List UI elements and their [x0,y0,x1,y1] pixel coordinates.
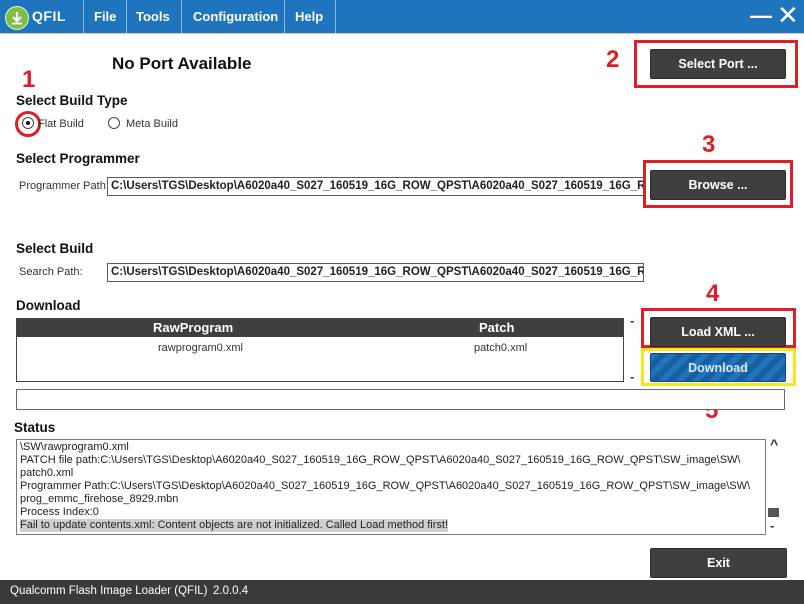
status-bar: Qualcomm Flash Image Loader (QFIL) 2.0.0… [0,580,804,604]
title-bar: QFIL File Tools Configuration Help — ✕ [0,0,804,34]
download-table: RawProgram Patch rawprogram0.xml patch0.… [16,318,624,382]
meta-build-radio[interactable] [108,117,120,129]
table-scroll-down-icon[interactable]: - [630,369,634,384]
annotation-2: 2 [606,46,620,73]
status-line: Process Index:0 [20,506,99,518]
flat-build-label: Flat Build [38,118,84,130]
annotation-4: 4 [706,280,720,307]
annotation-3: 3 [702,131,716,158]
exit-button[interactable]: Exit [650,548,787,578]
status-heading: Status [14,420,56,435]
status-line: PATCH file path:C:\Users\TGS\Desktop\A60… [20,454,741,466]
search-path-field[interactable]: C:\Users\TGS\Desktop\A6020a40_S027_16051… [107,263,644,282]
menu-help[interactable]: Help [295,9,323,24]
qfil-logo-icon [5,6,29,30]
status-line: Programmer Path:C:\Users\TGS\Desktop\A60… [20,480,751,492]
status-line: prog_emmc_firehose_8929.mbn [20,493,179,505]
radio-selected-dot [26,121,30,125]
status-log[interactable]: \SW\rawprogram0.xml PATCH file path:C:\U… [16,439,766,535]
port-status: No Port Available [112,54,252,73]
rawprogram-cell: rawprogram0.xml [158,342,243,354]
menu-separator [181,0,182,33]
status-error-line: Fail to update contents.xml: Content obj… [20,519,449,532]
search-path-label: Search Path: [19,266,83,278]
minimize-icon[interactable]: — [750,3,772,29]
scroll-down-icon[interactable]: - [770,518,774,533]
app-full-name: Qualcomm Flash Image Loader (QFIL) [10,585,208,597]
select-build-heading: Select Build [16,241,94,256]
download-heading: Download [16,298,81,313]
progress-bar [16,389,785,410]
close-icon[interactable]: ✕ [777,2,799,28]
annotation-1: 1 [22,66,36,93]
download-button[interactable]: Download [650,353,786,382]
menu-file[interactable]: File [94,9,116,24]
app-name: QFIL [32,8,66,24]
column-header-rawprogram[interactable]: RawProgram [153,320,233,335]
select-port-button[interactable]: Select Port ... [650,49,786,79]
column-header-patch[interactable]: Patch [479,320,514,335]
programmer-path-label: Programmer Path [19,180,106,192]
menu-separator [284,0,285,33]
programmer-heading: Select Programmer [16,151,140,166]
menu-separator [335,0,336,33]
table-scroll-up-icon[interactable]: - [630,313,634,328]
app-version: 2.0.0.4 [213,585,249,597]
programmer-path-field[interactable]: C:\Users\TGS\Desktop\A6020a40_S027_16051… [107,177,644,196]
meta-build-label: Meta Build [126,118,178,130]
flat-build-radio[interactable] [22,117,34,129]
status-line: patch0.xml [20,467,74,479]
patch-cell: patch0.xml [474,342,528,354]
status-line: \SW\rawprogram0.xml [20,441,129,453]
scrollbar-thumb[interactable] [768,508,779,517]
build-type-heading: Select Build Type [16,93,128,108]
download-table-header: RawProgram Patch [17,319,623,337]
menu-separator [126,0,127,33]
menu-tools[interactable]: Tools [136,9,170,24]
browse-button[interactable]: Browse ... [650,170,786,200]
load-xml-button[interactable]: Load XML ... [650,317,786,347]
scroll-up-icon[interactable]: ^ [770,436,778,452]
menu-separator [83,0,84,33]
menu-configuration[interactable]: Configuration [193,9,278,24]
table-row[interactable]: rawprogram0.xml patch0.xml [17,337,623,381]
